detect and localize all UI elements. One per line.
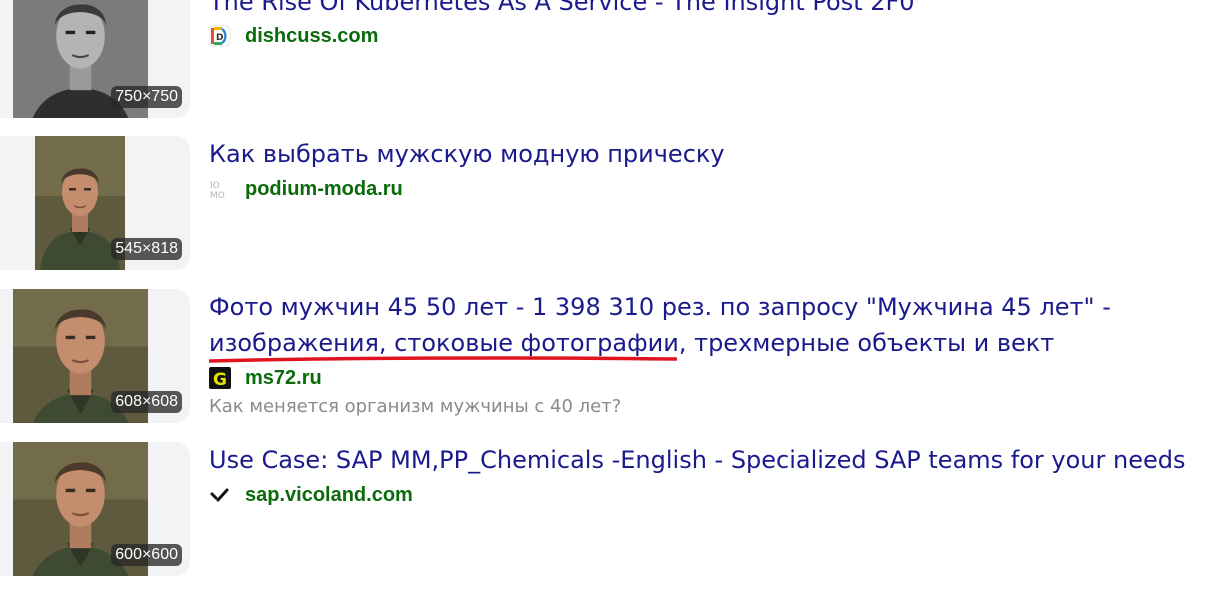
title-line-2: изображения, стоковые фотографии, трехме… — [209, 325, 1111, 363]
result-source: G ms72.ru — [209, 366, 322, 390]
podium-moda-icon: IO MO — [209, 178, 231, 200]
image-size-badge: 750×750 — [111, 86, 182, 108]
result-thumbnail[interactable]: 545×818 — [0, 136, 190, 270]
result-source: sap.vicoland.com — [209, 483, 413, 507]
result-title-link[interactable]: The Rise Of Kubernetes As A Service - Th… — [209, 0, 915, 20]
image-size-badge: 608×608 — [111, 391, 182, 413]
result-domain-link[interactable]: dishcuss.com — [245, 24, 378, 48]
search-result: 545×818 Как выбрать мужскую модную приче… — [0, 136, 1211, 270]
result-title-link[interactable]: Use Case: SAP MM,PP_Chemicals -English -… — [209, 442, 1186, 478]
title-underlined-phrase: изображения, стоковые фотографии — [209, 329, 679, 357]
result-thumbnail[interactable]: 600×600 — [0, 442, 190, 576]
result-title-link[interactable]: Фото мужчин 45 50 лет - 1 398 310 рез. п… — [209, 289, 1111, 363]
image-size-badge: 600×600 — [111, 544, 182, 566]
dishcuss-D-icon: D — [209, 25, 231, 47]
search-result: 750×750 The Rise Of Kubernetes As A Serv… — [0, 0, 1211, 118]
result-title-link[interactable]: Как выбрать мужскую модную прическу — [209, 136, 725, 172]
search-result: 600×600 Use Case: SAP MM,PP_Chemicals -E… — [0, 442, 1211, 576]
search-result: 608×608 Фото мужчин 45 50 лет - 1 398 31… — [0, 289, 1211, 423]
result-snippet: Как меняется организм мужчины с 40 лет? — [209, 396, 622, 417]
title-rest: , трехмерные объекты и вект — [678, 329, 1055, 357]
result-domain-link[interactable]: podium-moda.ru — [245, 177, 403, 201]
vicoland-check-icon — [209, 484, 231, 506]
svg-text:IO: IO — [210, 181, 220, 191]
svg-text:G: G — [213, 370, 227, 389]
svg-text:MO: MO — [210, 191, 225, 200]
result-thumbnail[interactable]: 608×608 — [0, 289, 190, 423]
result-source: IO MO podium-moda.ru — [209, 177, 403, 201]
result-thumbnail[interactable]: 750×750 — [0, 0, 190, 118]
result-domain-link[interactable]: ms72.ru — [245, 366, 322, 390]
ms72-G-icon: G — [209, 367, 231, 389]
red-underline-annotation — [209, 356, 677, 363]
svg-text:D: D — [216, 33, 223, 43]
image-size-badge: 545×818 — [111, 238, 182, 260]
result-source: D dishcuss.com — [209, 24, 378, 48]
title-line-1: Фото мужчин 45 50 лет - 1 398 310 рез. п… — [209, 293, 1111, 321]
result-domain-link[interactable]: sap.vicoland.com — [245, 483, 413, 507]
